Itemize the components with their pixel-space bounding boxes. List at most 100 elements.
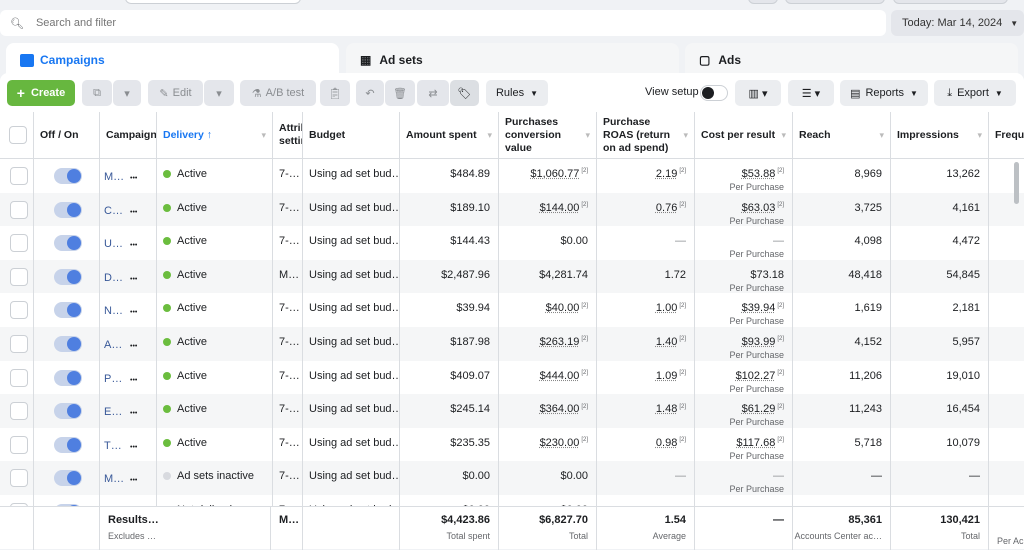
search-input[interactable] — [36, 17, 836, 29]
row-checkbox[interactable] — [10, 335, 28, 353]
column-header-delivery[interactable]: Delivery ↑▾ — [157, 112, 273, 159]
export-button[interactable]: ⤓Export▼ — [934, 80, 1016, 106]
table-row[interactable]: M…•••Active7-…Using ad set bud…$484.89$1… — [0, 159, 1024, 193]
row-checkbox[interactable] — [10, 402, 28, 420]
footnote-ref[interactable]: [2] — [581, 202, 588, 208]
footnote-ref[interactable]: [2] — [679, 370, 686, 376]
campaign-name-link[interactable]: C… — [104, 205, 130, 217]
column-header-amount-spent[interactable]: Amount spent▾ — [400, 112, 499, 159]
footnote-ref[interactable]: [2] — [581, 303, 588, 309]
campaign-name-link[interactable]: D… — [104, 272, 130, 284]
column-header-purchase-roas[interactable]: Purchase ROAS (return on ad spend)▾ — [597, 112, 695, 159]
table-row[interactable]: U…•••Active7-…Using ad set bud…$144.43$0… — [0, 226, 1024, 260]
column-header-reach[interactable]: Reach▾ — [793, 112, 891, 159]
footnote-ref[interactable]: [2] — [581, 404, 588, 410]
create-button[interactable]: +Create — [7, 80, 75, 106]
campaign-name-link[interactable]: M… — [104, 171, 130, 183]
select-all-checkbox[interactable] — [9, 126, 27, 144]
table-row[interactable]: D…•••ActiveM…Using ad set bud…$2,487.96$… — [0, 260, 1024, 294]
breakdown-button[interactable]: ☰ ▾ — [788, 80, 834, 106]
more-options-icon[interactable]: ••• — [130, 175, 137, 182]
table-row[interactable]: M…•••Ad sets inactive7-…Using ad set bud… — [0, 461, 1024, 495]
row-checkbox[interactable] — [10, 167, 28, 185]
top-button[interactable] — [785, 0, 885, 4]
footnote-ref[interactable]: [2] — [679, 202, 686, 208]
footnote-ref[interactable]: [2] — [777, 303, 784, 309]
footnote-ref[interactable]: [2] — [679, 404, 686, 410]
column-header-select-all[interactable] — [0, 112, 34, 159]
ab-test-button[interactable]: ⚗A/B test — [240, 80, 316, 106]
column-header-off-on[interactable]: Off / On — [34, 112, 100, 159]
footnote-ref[interactable]: [2] — [679, 437, 686, 443]
footnote-ref[interactable]: [2] — [679, 168, 686, 174]
tab-ads[interactable]: ▢Ads — [685, 43, 1018, 77]
more-options-icon[interactable]: ••• — [130, 276, 137, 283]
top-button[interactable] — [748, 0, 778, 4]
on-off-toggle[interactable] — [54, 470, 82, 486]
rules-button[interactable]: Rules▼ — [486, 80, 548, 106]
footnote-ref[interactable]: [2] — [581, 336, 588, 342]
footnote-ref[interactable]: [2] — [679, 336, 686, 342]
duplicate-button[interactable]: ⧉ — [82, 80, 112, 106]
footnote-ref[interactable]: [2] — [777, 370, 784, 376]
more-options-icon[interactable]: ••• — [130, 309, 137, 316]
view-setup-toggle[interactable] — [700, 85, 728, 101]
more-options-icon[interactable]: ••• — [130, 209, 137, 216]
footnote-ref[interactable]: [2] — [679, 303, 686, 309]
on-off-toggle[interactable] — [54, 370, 82, 386]
campaign-name-link[interactable]: A… — [104, 339, 130, 351]
on-off-toggle[interactable] — [54, 437, 82, 453]
edit-dropdown[interactable]: ▾ — [204, 80, 234, 106]
row-checkbox[interactable] — [10, 234, 28, 252]
campaign-name-link[interactable]: E… — [104, 406, 130, 418]
table-row[interactable]: P…•••Active7-…Using ad set bud…$409.07$4… — [0, 361, 1024, 395]
footnote-ref[interactable]: [2] — [777, 168, 784, 174]
footnote-ref[interactable]: [2] — [777, 336, 784, 342]
rules-icon-button[interactable]: ⇄ — [417, 80, 449, 106]
duplicate-dropdown[interactable]: ▾ — [113, 80, 141, 106]
footnote-ref[interactable]: [2] — [581, 437, 588, 443]
table-row[interactable]: N…•••Active7-…Using ad set bud…$39.94$40… — [0, 293, 1024, 327]
more-options-icon[interactable]: ••• — [130, 477, 137, 484]
row-checkbox[interactable] — [10, 436, 28, 454]
clipboard-button[interactable]: 📋︎ — [320, 80, 350, 106]
row-checkbox[interactable] — [10, 469, 28, 487]
more-options-icon[interactable]: ••• — [130, 343, 137, 350]
tab-campaigns[interactable]: Campaigns — [6, 43, 339, 77]
on-off-toggle[interactable] — [54, 235, 82, 251]
date-picker[interactable]: Today: Mar 14, 2024▼ — [891, 10, 1024, 36]
column-header-cost-per-result[interactable]: Cost per result▾ — [695, 112, 793, 159]
undo-button[interactable]: ↶ — [356, 80, 384, 106]
more-options-icon[interactable]: ••• — [130, 377, 137, 384]
table-row[interactable]: C…•••Active7-…Using ad set bud…$189.10$1… — [0, 193, 1024, 227]
campaign-name-link[interactable]: N… — [104, 305, 130, 317]
on-off-toggle[interactable] — [54, 269, 82, 285]
tab-ad-sets[interactable]: ▦Ad sets — [346, 43, 679, 77]
campaign-name-link[interactable]: U… — [104, 238, 130, 250]
column-header-attribution[interactable]: Attribution setting — [273, 112, 303, 159]
footnote-ref[interactable]: [2] — [777, 404, 784, 410]
columns-button[interactable]: ▥ ▾ — [735, 80, 781, 106]
footnote-ref[interactable]: [2] — [581, 168, 588, 174]
campaign-name-link[interactable]: M… — [104, 473, 130, 485]
column-header-purchases-conversion-value[interactable]: Purchases conversion value▾ — [499, 112, 597, 159]
footnote-ref[interactable]: [2] — [581, 370, 588, 376]
table-row[interactable]: E…•••Active7-…Using ad set bud…$245.14$3… — [0, 394, 1024, 428]
on-off-toggle[interactable] — [54, 168, 82, 184]
reports-button[interactable]: ▤Reports▼ — [840, 80, 928, 106]
tag-button[interactable]: 🏷︎ — [450, 80, 479, 106]
footnote-ref[interactable]: [2] — [777, 202, 784, 208]
on-off-toggle[interactable] — [54, 336, 82, 352]
on-off-toggle[interactable] — [54, 403, 82, 419]
campaign-name-link[interactable]: T… — [104, 440, 130, 452]
row-checkbox[interactable] — [10, 201, 28, 219]
more-options-icon[interactable]: ••• — [130, 410, 137, 417]
column-header-campaign[interactable]: Campaign▾ — [100, 112, 157, 159]
table-row[interactable]: T…•••Active7-…Using ad set bud…$235.35$2… — [0, 428, 1024, 462]
top-field[interactable] — [125, 0, 301, 4]
top-button[interactable] — [893, 0, 1008, 4]
search-bar[interactable]: 🔍︎ — [0, 10, 886, 36]
column-header-impressions[interactable]: Impressions▾ — [891, 112, 989, 159]
campaign-name-link[interactable]: P… — [104, 373, 130, 385]
row-checkbox[interactable] — [10, 369, 28, 387]
